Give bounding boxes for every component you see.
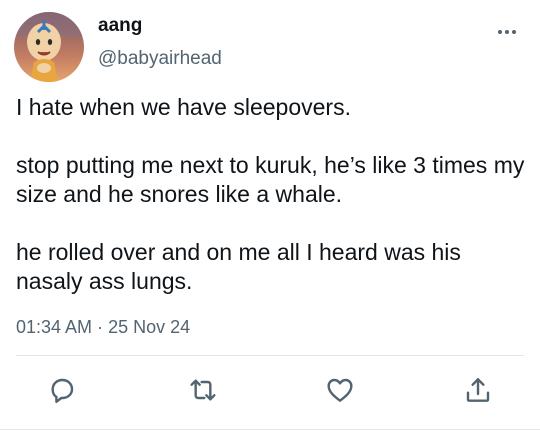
share-button[interactable] — [462, 374, 494, 406]
like-button[interactable] — [324, 374, 356, 406]
tweet-actions — [0, 370, 540, 410]
user-handle[interactable]: @babyairhead — [98, 48, 222, 70]
tweet-time: 01:34 AM — [16, 317, 93, 337]
tweet-text: I hate when we have sleepovers. stop put… — [16, 94, 525, 294]
display-name[interactable]: aang — [98, 14, 222, 38]
reply-button[interactable] — [46, 374, 78, 406]
retweet-icon — [190, 379, 216, 401]
divider-top — [16, 355, 524, 356]
tweet-date: 25 Nov 24 — [108, 317, 191, 337]
tweet-timestamp[interactable]: 01:34 AM · 25 Nov 24 — [16, 316, 190, 338]
share-icon — [466, 378, 490, 402]
tweet-header: aang @babyairhead — [14, 12, 222, 84]
retweet-button[interactable] — [187, 374, 219, 406]
more-options-icon[interactable] — [496, 24, 518, 34]
tweet-card: aang @babyairhead I hate when we have sl… — [0, 0, 540, 432]
reply-icon — [51, 378, 74, 403]
user-avatar-icon — [14, 12, 84, 82]
timestamp-separator: · — [97, 317, 104, 337]
like-icon — [327, 378, 353, 402]
user-names: aang @babyairhead — [98, 14, 222, 70]
user-avatar[interactable] — [14, 12, 84, 82]
divider-bottom — [0, 429, 540, 430]
